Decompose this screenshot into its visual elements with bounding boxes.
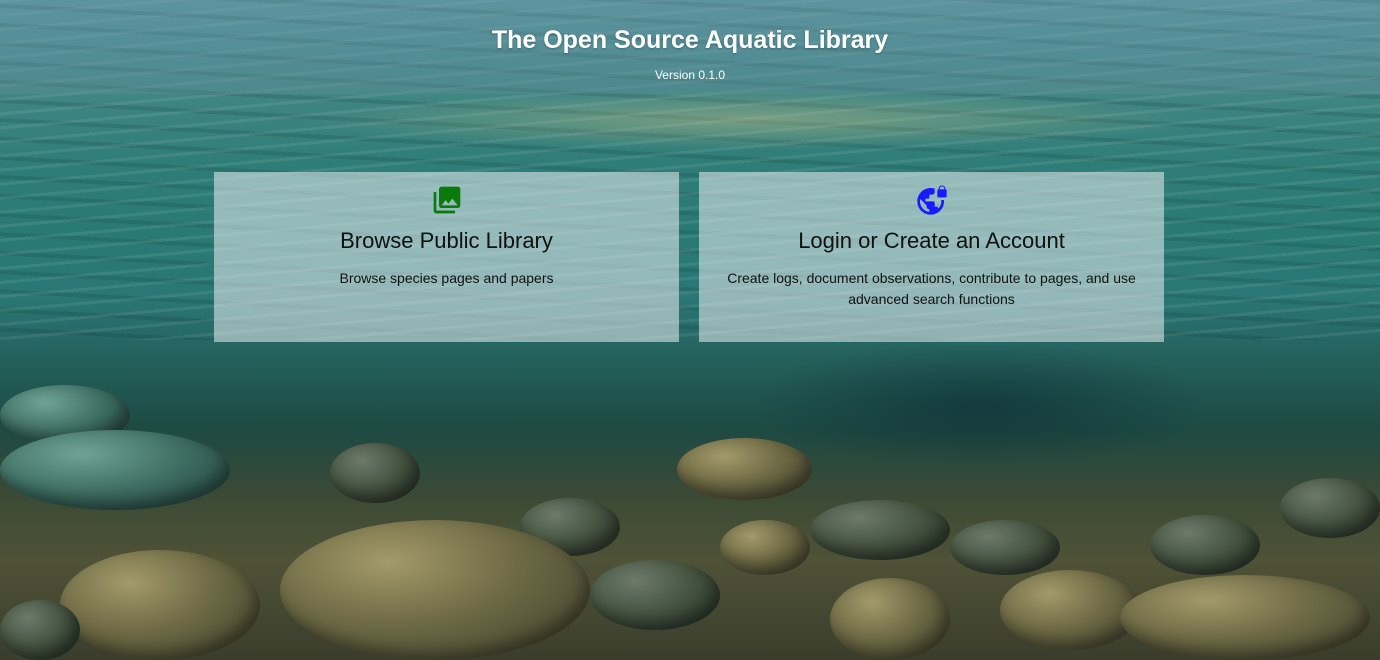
photo-library-icon — [431, 184, 463, 216]
riverbed-stone — [1150, 515, 1260, 575]
riverbed-stone — [677, 438, 812, 500]
riverbed-stone — [720, 520, 810, 575]
card-description: Browse species pages and papers — [339, 270, 554, 286]
riverbed-stone — [60, 550, 260, 660]
public-globe-lock-icon — [916, 184, 948, 216]
card-title: Browse Public Library — [340, 228, 553, 253]
sun-glint — [300, 90, 1200, 150]
riverbed-stone — [1000, 570, 1140, 650]
page-background: The Open Source Aquatic Library Version … — [0, 0, 1380, 660]
version-label: Version 0.1.0 — [654, 68, 726, 82]
card-description: Create logs, document observations, cont… — [727, 270, 1136, 307]
riverbed-stone — [0, 430, 230, 510]
riverbed-stone — [590, 560, 720, 630]
riverbed-stone — [280, 520, 590, 660]
riverbed-stone — [330, 443, 420, 503]
login-create-account-card[interactable]: Login or Create an Account Create logs, … — [699, 172, 1164, 342]
riverbed-stone — [950, 520, 1060, 575]
browse-public-library-card[interactable]: Browse Public Library Browse species pag… — [214, 172, 679, 342]
riverbed-stone — [830, 578, 950, 660]
riverbed-stone — [810, 500, 950, 560]
card-title: Login or Create an Account — [798, 228, 1065, 253]
page-header: The Open Source Aquatic Library Version … — [0, 0, 1380, 94]
riverbed-stone — [1120, 575, 1370, 660]
riverbed-stone — [1280, 478, 1380, 538]
riverbed-stone — [0, 600, 80, 660]
underwater-cave — [760, 345, 1200, 465]
page-title: The Open Source Aquatic Library — [491, 26, 889, 54]
